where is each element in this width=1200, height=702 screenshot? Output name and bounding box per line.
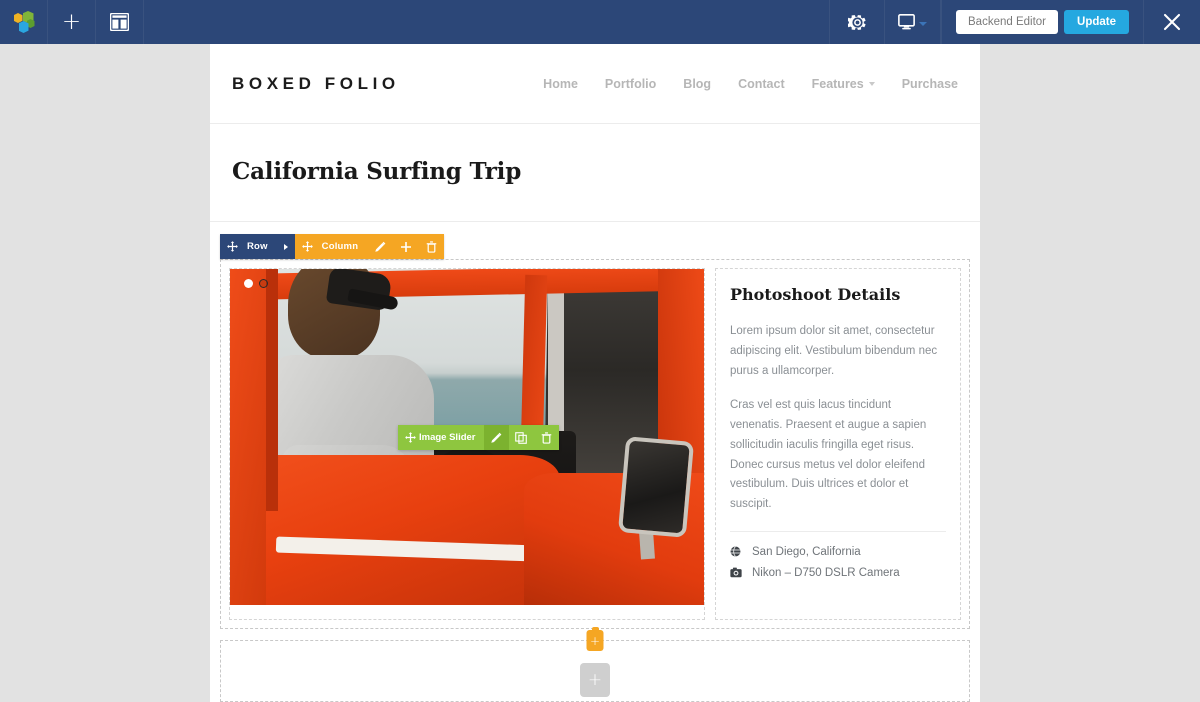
- details-divider: [730, 530, 946, 532]
- row-label: Row: [247, 241, 268, 252]
- photo-car-front-pillar-inner: [266, 269, 278, 511]
- nav-item-portfolio[interactable]: Portfolio: [605, 77, 656, 91]
- nav-item-purchase[interactable]: Purchase: [902, 77, 958, 91]
- plus-icon: [401, 241, 412, 252]
- pencil-icon: [491, 432, 502, 443]
- row-column-controls: Row Column: [220, 234, 445, 259]
- slider-dot-2[interactable]: [259, 279, 268, 288]
- nav-label: Portfolio: [604, 76, 657, 91]
- element-edit-button[interactable]: [483, 425, 509, 450]
- details-heading: Photoshoot Details: [730, 285, 901, 304]
- site-nav: Home Portfolio Blog Contact Features Pur…: [543, 77, 958, 91]
- chevron-down-icon: [868, 81, 875, 86]
- nav-label: Blog: [683, 76, 712, 91]
- plus-icon: +: [589, 633, 601, 648]
- add-element-button[interactable]: +: [48, 0, 96, 44]
- column-add-button[interactable]: [393, 234, 419, 259]
- location-globe-icon: [730, 546, 752, 557]
- photo-side-mirror: [617, 436, 695, 538]
- nav-item-blog[interactable]: Blog: [683, 77, 711, 91]
- element-label: Image Slider: [419, 432, 476, 443]
- nav-item-features[interactable]: Features: [812, 77, 875, 91]
- meta-location-text: San Diego, California: [752, 545, 861, 558]
- chevron-right-icon: [283, 243, 288, 250]
- meta-camera-text: Nikon – D750 DSLR Camera: [752, 566, 900, 579]
- row-expand-button[interactable]: [277, 234, 295, 259]
- element-move-handle[interactable]: Image Slider: [398, 425, 484, 450]
- slider-pagination: [244, 279, 268, 288]
- details-paragraph-1: Lorem ipsum dolor sit amet, consectetur …: [730, 325, 938, 377]
- update-button[interactable]: Update: [1064, 10, 1129, 34]
- page-preview: BOXED FOLIO Home Portfolio Blog Contact …: [210, 44, 980, 702]
- move-arrows-icon: [405, 432, 416, 443]
- column-controls: Column: [294, 234, 445, 259]
- column-edit-button[interactable]: [367, 234, 393, 259]
- column-move-handle[interactable]: [295, 234, 320, 259]
- column-delete-button[interactable]: [419, 234, 444, 259]
- settings-button[interactable]: [829, 0, 886, 44]
- site-header: BOXED FOLIO Home Portfolio Blog Contact …: [210, 44, 980, 124]
- meta-item-camera: Nikon – D750 DSLR Camera: [730, 567, 946, 579]
- row-move-handle[interactable]: [220, 234, 245, 259]
- admin-bar-right-group: Backend Editor Update: [829, 0, 1200, 44]
- column-label: Column: [321, 241, 359, 252]
- meta-item-location: San Diego, California: [730, 546, 946, 558]
- photo-car-door: [230, 455, 560, 605]
- post-title-band: California Surfing Trip: [210, 124, 980, 222]
- nav-label: Purchase: [901, 76, 958, 91]
- editor-canvas: BOXED FOLIO Home Portfolio Blog Contact …: [0, 44, 1200, 702]
- templates-button[interactable]: [96, 0, 144, 44]
- builder-area: Row Column Image Slider Photoshoot Detai…: [210, 234, 980, 702]
- trash-icon: [426, 240, 437, 253]
- close-editor-button[interactable]: [1144, 0, 1200, 44]
- element-delete-button[interactable]: [533, 425, 559, 450]
- visual-composer-cubes-logo-icon: [11, 9, 37, 35]
- plus-icon: +: [587, 669, 603, 690]
- plus-icon: +: [61, 8, 82, 35]
- nav-label: Contact: [738, 76, 785, 91]
- backend-editor-button[interactable]: Backend Editor: [956, 10, 1059, 34]
- vc-column-image[interactable]: Image Slider: [229, 268, 705, 620]
- details-paragraph-2: Cras vel est quis lacus tincidunt venena…: [730, 399, 927, 511]
- slider-dot-1[interactable]: [244, 279, 253, 288]
- vc-logo-button[interactable]: [0, 0, 48, 44]
- page-title: California Surfing Trip: [232, 158, 522, 185]
- nav-label: Home: [543, 76, 578, 91]
- vc-column-details[interactable]: Photoshoot Details Lorem ipsum dolor sit…: [715, 268, 961, 620]
- trash-icon: [541, 431, 551, 444]
- nav-label: Features: [811, 76, 864, 91]
- add-element-placeholder-button[interactable]: +: [580, 663, 610, 697]
- admin-bar: + Backend Editor Update: [0, 0, 1200, 44]
- admin-bar-spacer: [144, 0, 829, 44]
- nav-item-home[interactable]: Home: [543, 77, 578, 91]
- admin-action-buttons: Backend Editor Update: [941, 0, 1144, 44]
- layout-grid-icon: [110, 13, 129, 31]
- monitor-icon: [898, 14, 915, 30]
- photo-car-front-pillar: [230, 269, 266, 605]
- move-arrows-icon: [301, 241, 313, 252]
- gear-icon: [847, 14, 866, 30]
- nav-item-contact[interactable]: Contact: [738, 77, 785, 91]
- close-x-icon: [1163, 13, 1181, 31]
- vc-row[interactable]: Row Column Image Slider Photoshoot Detai…: [220, 234, 970, 629]
- image-slider[interactable]: Image Slider: [230, 269, 704, 605]
- add-row-button[interactable]: +: [586, 630, 604, 651]
- copy-icon: [515, 431, 527, 444]
- responsive-preview-button[interactable]: [885, 0, 942, 44]
- move-arrows-icon: [227, 241, 238, 252]
- pencil-icon: [375, 241, 386, 252]
- element-controls: Image Slider: [398, 425, 559, 450]
- chevron-down-icon: [919, 21, 928, 26]
- element-clone-button[interactable]: [508, 425, 534, 450]
- site-brand[interactable]: BOXED FOLIO: [232, 74, 400, 94]
- camera-icon: [730, 567, 752, 578]
- row-controls: Row: [220, 234, 295, 259]
